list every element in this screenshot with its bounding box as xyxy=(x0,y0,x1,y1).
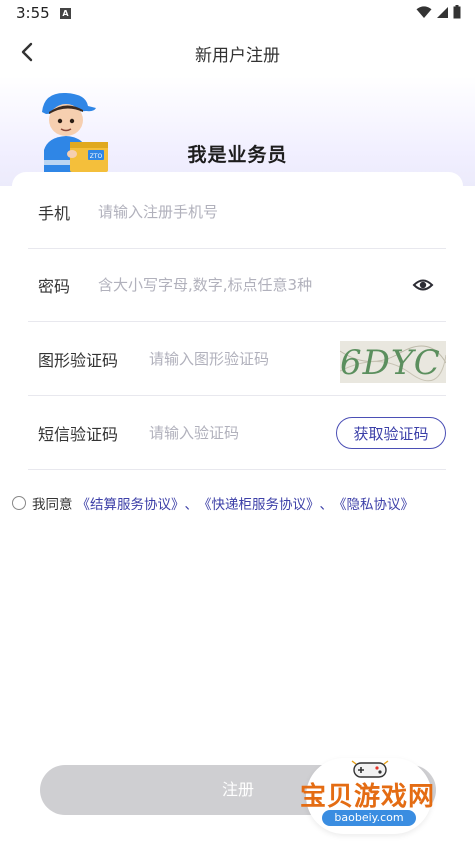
status-icons xyxy=(416,5,461,19)
phone-input[interactable] xyxy=(96,202,430,222)
captcha-image[interactable]: 6DYC xyxy=(340,341,446,383)
locker-agreement-link[interactable]: 《快递柜服务协议》 xyxy=(198,493,320,513)
register-screen: 3:55 A 新用户注册 ZTO 我是业务员 手机 请输入注册手机号 密码 图形… xyxy=(0,0,475,844)
status-time: 3:55 xyxy=(16,4,50,22)
agree-checkbox[interactable] xyxy=(12,496,26,510)
password-input[interactable] xyxy=(96,275,400,295)
watermark-logo: 宝贝游戏网 baobeiy.com xyxy=(296,752,446,834)
sms-row: 短信验证码 获取验证码 xyxy=(28,397,446,470)
status-bar: 3:55 A xyxy=(0,0,475,28)
agreement-line: 我同意 《结算服务协议》 、 《快递柜服务协议》 、 《隐私协议》 xyxy=(12,493,467,513)
phone-label: 手机 xyxy=(38,204,71,223)
captcha-code: 6DYC xyxy=(340,343,441,383)
settlement-agreement-link[interactable]: 《结算服务协议》 xyxy=(77,493,185,513)
captcha-row: 图形验证码 6DYC xyxy=(28,323,446,396)
captcha-input[interactable] xyxy=(147,349,331,369)
notification-icon: A xyxy=(60,8,71,19)
agree-prefix: 我同意 xyxy=(32,497,73,513)
password-row: 密码 xyxy=(28,249,446,322)
role-title: 我是业务员 xyxy=(187,144,288,166)
agreement-separator: 、 xyxy=(184,497,199,513)
page-title: 新用户注册 xyxy=(195,46,280,66)
show-password-button[interactable] xyxy=(412,274,434,296)
get-sms-code-button[interactable]: 获取验证码 xyxy=(336,417,446,449)
captcha-label: 图形验证码 xyxy=(38,351,119,370)
password-label: 密码 xyxy=(38,277,71,296)
sms-code-input[interactable] xyxy=(147,423,321,443)
sms-label: 短信验证码 xyxy=(38,425,119,444)
watermark-title: 宝贝游戏网 xyxy=(300,782,436,812)
agreement-separator: 、 xyxy=(319,497,334,513)
wifi-icon xyxy=(416,5,432,18)
privacy-agreement-link[interactable]: 《隐私协议》 xyxy=(333,493,414,513)
eye-icon xyxy=(412,279,434,291)
nav-bar: 新用户注册 xyxy=(0,28,475,76)
signal-icon xyxy=(437,6,448,18)
battery-icon xyxy=(453,5,461,19)
phone-row: 手机 xyxy=(28,176,446,249)
watermark-url: baobeiy.com xyxy=(322,810,416,826)
